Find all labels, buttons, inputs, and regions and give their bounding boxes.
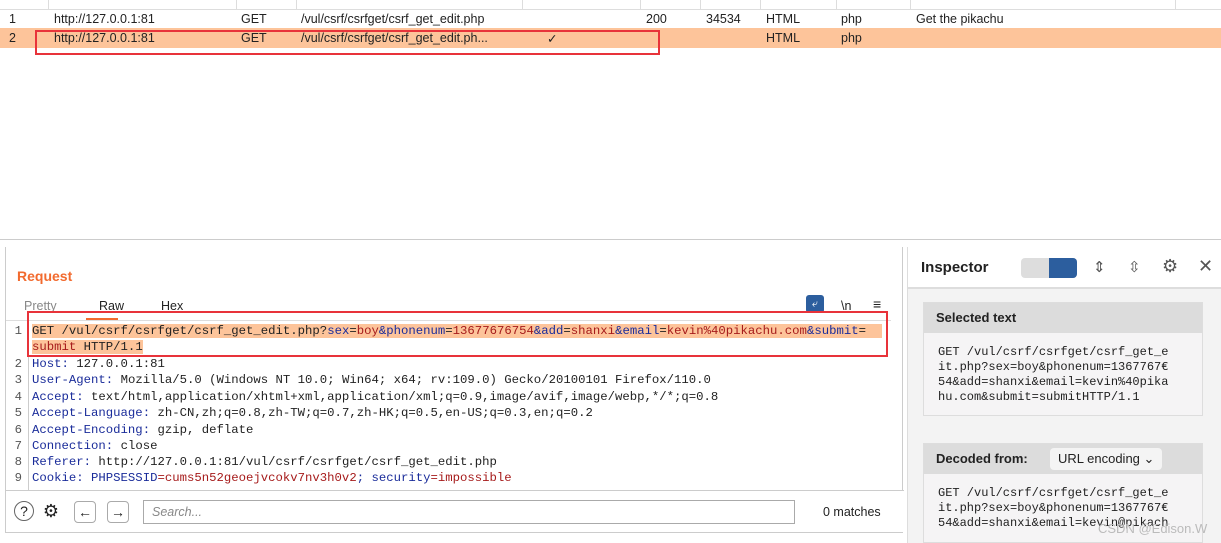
line-number: 5	[14, 406, 22, 421]
help-icon[interactable]: ?	[14, 501, 34, 521]
highlight-box	[27, 311, 888, 357]
table-row[interactable]: 1 http://127.0.0.1:81 GET /vul/csrf/csrf…	[0, 9, 1221, 29]
header-line: Connection: close	[32, 439, 158, 453]
request-title: Request	[17, 268, 73, 284]
request-pane: Request Pretty Raw Hex ⤶ \n ≡ 1 GET /vul…	[5, 247, 904, 533]
inspector-title: Inspector	[921, 259, 989, 276]
layout-toggle[interactable]	[1021, 258, 1077, 278]
cell-url: /vul/csrf/csrfget/csrf_get_edit.php	[301, 12, 485, 26]
watermark: CSDN @Edison.W	[1098, 521, 1208, 536]
cell-num: 2	[9, 31, 16, 45]
cell-host: http://127.0.0.1:81	[54, 12, 155, 26]
line-number: 6	[14, 422, 22, 437]
header-line: Accept-Language: zh-CN,zh;q=0.8,zh-TW;q=…	[32, 406, 593, 421]
cell-title: Get the pikachu	[916, 12, 1004, 26]
layout-side-icon[interactable]	[1049, 258, 1077, 278]
gear-icon[interactable]: ⚙	[40, 501, 62, 523]
search-input[interactable]: Search...	[143, 500, 795, 524]
next-arrow-icon[interactable]: →	[107, 501, 129, 523]
proxy-history-table: 1 http://127.0.0.1:81 GET /vul/csrf/csrf…	[0, 0, 1221, 240]
selected-text-label: Selected text	[924, 303, 1202, 333]
expand-icon[interactable]: ⇕	[1093, 258, 1106, 276]
line-number: 2	[14, 357, 22, 371]
gear-icon[interactable]: ⚙	[1162, 256, 1178, 277]
cell-mime: HTML	[766, 12, 801, 26]
menu-icon[interactable]: ≡	[873, 296, 881, 312]
header-line: Host: 127.0.0.1:81	[32, 357, 165, 371]
cell-status: 200	[646, 12, 667, 26]
cell-mime: HTML	[766, 31, 801, 45]
line-number: 3	[14, 373, 22, 388]
previous-arrow-icon[interactable]: ←	[74, 501, 96, 523]
search-bar: ? ⚙ ← → Search... 0 matches	[6, 490, 904, 532]
close-icon[interactable]: ✕	[1198, 256, 1213, 277]
decoded-header: Decoded from: URL encoding ⌄	[924, 444, 1202, 474]
cell-ext: php	[841, 31, 862, 45]
cell-ext: php	[841, 12, 862, 26]
line-number: 4	[14, 389, 22, 404]
encoding-dropdown[interactable]: URL encoding ⌄	[1050, 448, 1163, 470]
highlight-box	[35, 30, 660, 55]
selected-text-value: GET /vul/csrf/csrfget/csrf_get_e it.php?…	[938, 345, 1169, 404]
cell-length: 34534	[706, 12, 741, 26]
collapse-icon[interactable]: ⇳	[1128, 258, 1141, 276]
inspector-panel: Inspector ⇕ ⇳ ⚙ ✕ Selected text GET /vul…	[907, 247, 1221, 543]
decoded-label: Decoded from:	[936, 451, 1028, 466]
line-number: 8	[14, 455, 22, 470]
matches-count: 0 matches	[823, 505, 881, 519]
line-number: 7	[14, 439, 22, 453]
header-line: User-Agent: Mozilla/5.0 (Windows NT 10.0…	[32, 373, 711, 388]
header-line: Referer: http://127.0.0.1:81/vul/csrf/cs…	[32, 455, 497, 470]
header-line: Accept: text/html,application/xhtml+xml,…	[32, 389, 719, 404]
cell-method: GET	[241, 12, 267, 26]
selected-text-card: Selected text GET /vul/csrf/csrfget/csrf…	[923, 302, 1203, 416]
header-line: Accept-Encoding: gzip, deflate	[32, 422, 254, 437]
cell-num: 1	[9, 12, 16, 26]
